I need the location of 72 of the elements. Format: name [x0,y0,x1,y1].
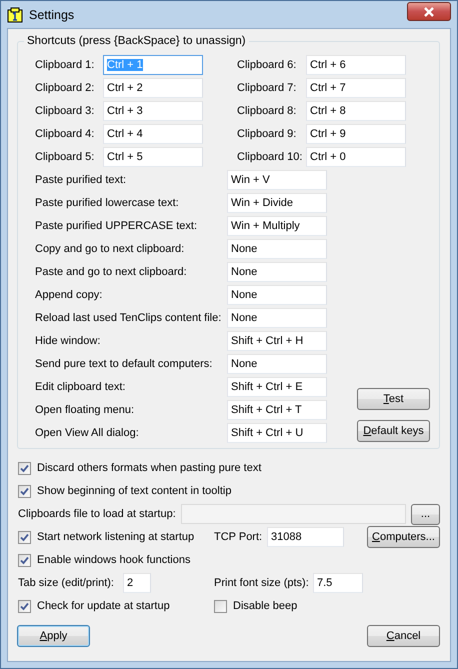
shortcut-label: Paste purified lowercase text: [35,196,180,211]
shortcut-label: Copy and go to next clipboard: [35,242,186,257]
shortcut-field[interactable]: Shift + Ctrl + T [227,400,327,420]
shortcut-field[interactable]: Win + Multiply [227,216,327,236]
cancel-button[interactable]: Cancel [367,625,440,647]
shortcut-label: Send pure text to default computers: [35,357,214,372]
shortcut-field[interactable]: Shift + Ctrl + E [227,377,327,397]
checkbox-label: Disable beep [233,600,298,612]
shortcut-label: Hide window: [35,334,102,349]
group-title: Shortcuts (press {BackSpace} to unassign) [26,35,247,47]
font-size-field[interactable]: 7.5 [313,573,363,593]
computers-button[interactable]: Computers... [367,526,440,548]
shortcut-label: Clipboard 8: [237,104,298,119]
shortcut-label: Reload last used TenClips content file: [35,311,222,326]
shortcut-label: Paste purified UPPERCASE text: [35,219,198,234]
shortcut-label: Clipboard 1: [35,58,96,73]
shortcut-label: Edit clipboard text: [35,380,126,395]
shortcut-label: Clipboard 6: [237,58,298,73]
shortcut-field[interactable]: None [227,285,327,305]
shortcut-label: Clipboard 10: [237,150,304,165]
close-button[interactable] [407,2,451,21]
shortcut-field[interactable]: Ctrl + 6 [306,55,406,75]
shortcut-label: Clipboard 4: [35,127,96,142]
shortcut-field[interactable]: Ctrl + 7 [306,78,406,98]
shortcut-label: Clipboard 5: [35,150,96,165]
shortcut-field[interactable]: Ctrl + 9 [306,124,406,144]
shortcut-field[interactable]: Ctrl + 3 [103,101,203,121]
checkbox[interactable] [18,462,31,474]
shortcut-field[interactable]: Ctrl + 0 [306,147,406,167]
shortcut-field[interactable]: Win + V [227,170,327,190]
shortcut-label: Append copy: [35,288,104,303]
shortcut-label: Clipboard 3: [35,104,96,119]
checkbox-label: Check for update at startup [37,600,170,612]
shortcut-label: Clipboard 9: [237,127,298,142]
checkbox-label: Discard others formats when pasting pure text [37,462,262,474]
shortcut-field[interactable]: None [227,354,327,374]
shortcut-label: Paste purified text: [35,173,128,188]
checkbox[interactable] [18,554,31,566]
shortcut-label: Paste and go to next clipboard: [35,265,188,280]
tab-size-field[interactable]: 2 [123,573,151,593]
shortcut-field[interactable]: Ctrl + 4 [103,124,203,144]
shortcut-field[interactable]: Win + Divide [227,193,327,213]
checkbox[interactable] [18,530,31,544]
test-button[interactable]: Test [357,388,430,410]
shortcut-field[interactable]: Shift + Ctrl + H [227,331,327,351]
checkbox[interactable] [18,600,31,612]
shortcut-field[interactable]: None [227,308,327,328]
field-label: Print font size (pts): [214,577,310,589]
shortcut-label: Clipboard 7: [237,81,298,96]
checkbox-label: Start network listening at startup [37,531,194,543]
shortcut-field[interactable]: Ctrl + 8 [306,101,406,121]
shortcut-label: Clipboard 2: [35,81,96,96]
default-keys-button[interactable]: Default keys [357,420,430,442]
checkbox-label: Enable windows hook functions [37,554,190,566]
shortcut-label: Open floating menu: [35,403,136,418]
shortcut-label: Open View All dialog: [35,426,140,441]
close-icon [423,6,435,16]
field-label: Clipboards file to load at startup: [18,508,177,520]
shortcut-field[interactable]: Ctrl + 5 [103,147,203,167]
port-field[interactable]: 31088 [267,527,344,547]
app-icon [7,6,23,22]
apply-button[interactable]: Apply [17,625,90,647]
shortcut-field[interactable]: Shift + Ctrl + U [227,423,327,443]
field-label: TCP Port: [214,531,264,543]
shortcut-field[interactable]: None [227,239,327,259]
shortcut-field[interactable]: Ctrl + 2 [103,78,203,98]
checkbox-label: Show beginning of text content in tooltip [37,485,232,497]
checkbox[interactable] [18,484,31,498]
window-title: Settings [29,8,76,22]
checkbox[interactable] [214,600,227,612]
shortcut-field[interactable]: None [227,262,327,282]
field-label: Tab size (edit/print): [18,577,115,589]
